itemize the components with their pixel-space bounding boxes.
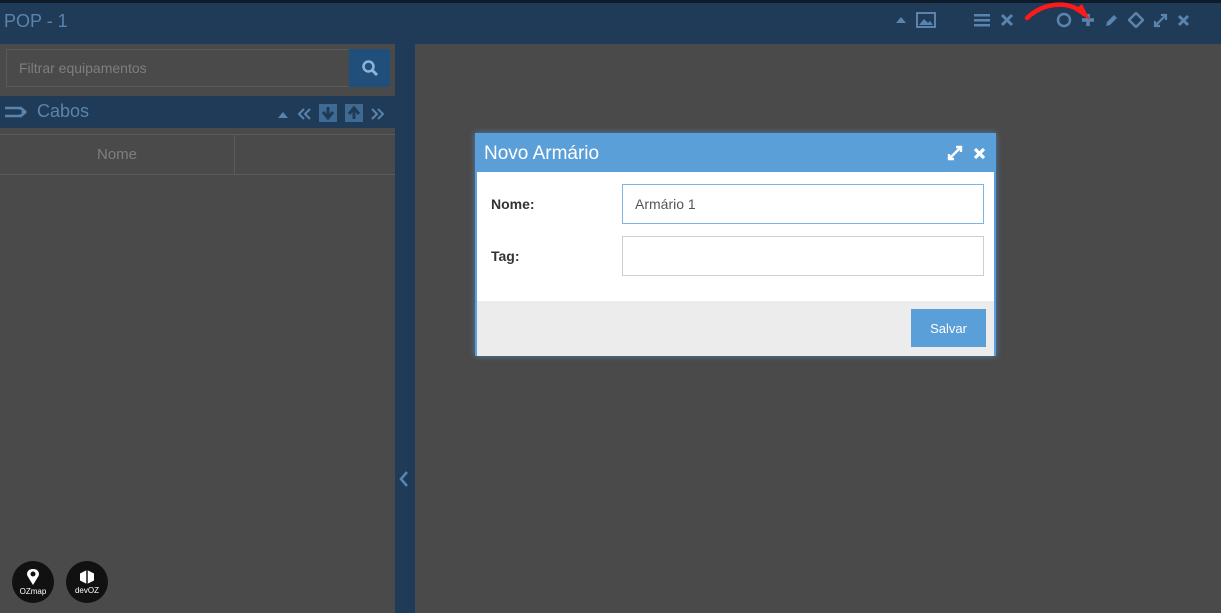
double-chevron-right-icon[interactable] — [371, 107, 385, 125]
edit-pencil-icon[interactable] — [1104, 13, 1119, 28]
table-header: Nome — [0, 134, 395, 175]
save-button[interactable]: Salvar — [911, 309, 986, 347]
section-tools — [277, 104, 385, 127]
move-up-icon[interactable] — [345, 104, 363, 127]
cables-icon — [4, 104, 30, 125]
new-cabinet-dialog: Novo Armário Nome: Tag: Salvar — [475, 133, 996, 356]
filter-equipment-input[interactable] — [6, 49, 350, 87]
tag-input[interactable] — [622, 236, 984, 276]
nome-input[interactable] — [622, 184, 984, 224]
footer-logos: OZmap devOZ — [12, 561, 108, 603]
devoz-logo: devOZ — [66, 561, 108, 603]
panel-splitter[interactable] — [395, 40, 415, 613]
tag-label: Tag: — [491, 248, 520, 264]
form-row-tag: Tag: — [477, 236, 994, 276]
app-root: POP - 1 Filtrar equipamentos Cabos Nome … — [0, 0, 1221, 613]
form-row-nome: Nome: — [477, 184, 994, 224]
collapse-up-icon[interactable] — [277, 107, 289, 125]
equipment-panel: Cabos Nome — [0, 44, 395, 613]
move-down-icon[interactable] — [319, 104, 337, 127]
cabos-section-header: Cabos — [0, 96, 395, 128]
dialog-header: Novo Armário — [477, 135, 994, 172]
move-icon[interactable] — [1128, 12, 1144, 28]
section-label: Cabos — [37, 101, 90, 121]
ozmap-caption: OZmap — [19, 587, 47, 596]
dialog-title: Novo Armário — [484, 143, 600, 164]
double-chevron-left-icon[interactable] — [297, 107, 311, 125]
filter-row — [6, 49, 390, 87]
close-icon[interactable] — [1177, 14, 1190, 27]
annotation-arrow-icon — [1024, 2, 1090, 21]
cube-icon — [80, 570, 94, 584]
expand-icon[interactable] — [1153, 13, 1168, 28]
search-icon — [361, 60, 378, 77]
titlebar-view-tools — [895, 12, 936, 28]
remove-icon[interactable] — [1000, 13, 1014, 27]
list-icon[interactable] — [973, 12, 991, 28]
image-icon[interactable] — [916, 12, 936, 28]
window-title: POP - 1 — [4, 11, 68, 31]
ozmap-logo: OZmap — [12, 561, 54, 603]
collapse-up-icon[interactable] — [895, 15, 907, 25]
maximize-icon[interactable] — [947, 145, 963, 166]
titlebar-list-tools — [973, 12, 1014, 28]
map-pin-icon — [27, 569, 39, 585]
dialog-tools — [947, 145, 986, 166]
nome-label: Nome: — [491, 196, 535, 212]
chevron-left-icon[interactable] — [399, 470, 409, 493]
column-header-nome[interactable]: Nome — [0, 135, 235, 174]
search-button[interactable] — [349, 49, 390, 87]
close-icon[interactable] — [973, 147, 986, 165]
dialog-footer: Salvar — [477, 301, 994, 356]
devoz-caption: devOZ — [74, 586, 99, 595]
